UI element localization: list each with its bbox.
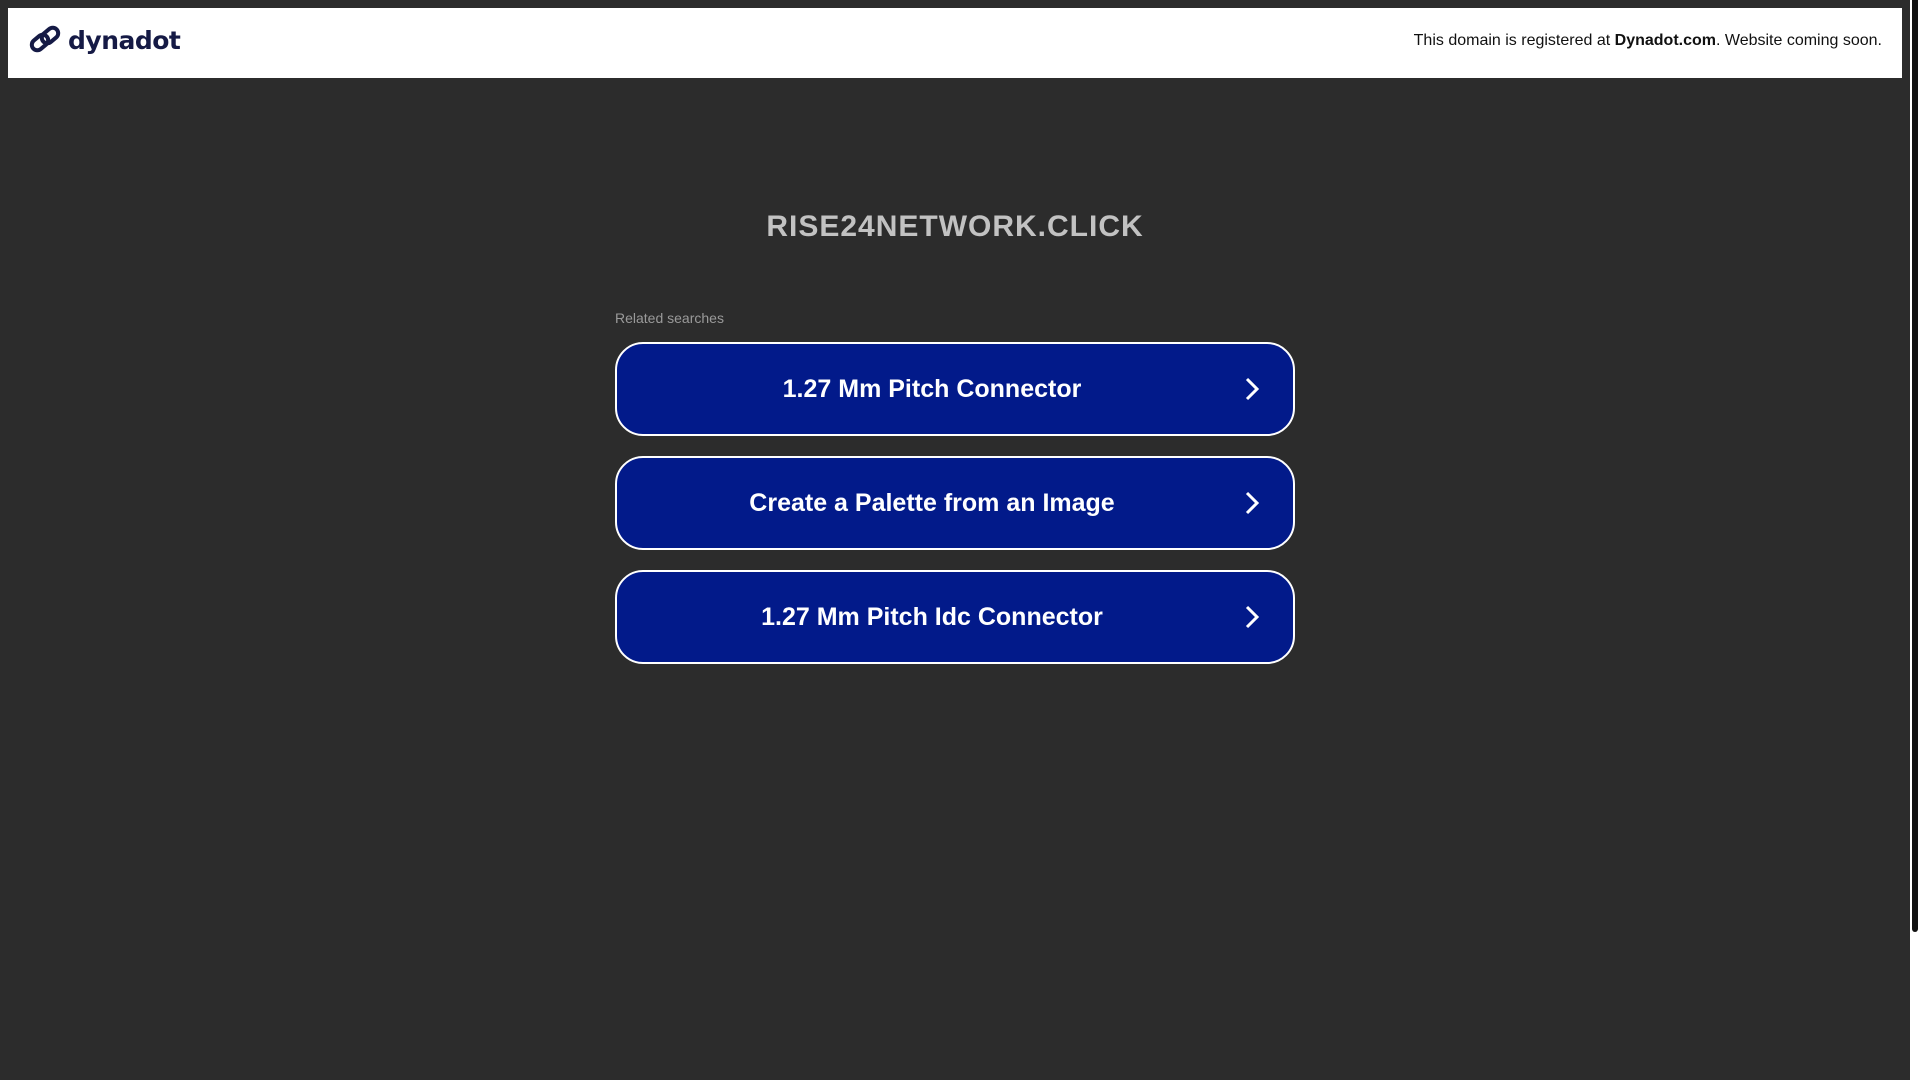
domain-title: RISE24NETWORK.CLICK [766,210,1144,243]
related-searches-label: Related searches [615,310,724,326]
dynadot-logo[interactable]: dynadot [28,24,181,56]
header-bar: dynadot This domain is registered at Dyn… [8,8,1902,78]
logo-text: dynadot [68,25,181,55]
dynadot-link[interactable]: Dynadot.com [1615,32,1716,49]
notice-prefix: This domain is registered at [1413,32,1615,49]
search-link-label: 1.27 Mm Pitch Idc Connector [761,602,1103,631]
page: dynadot This domain is registered at Dyn… [0,0,1910,1080]
search-link-button[interactable]: 1.27 Mm Pitch Idc Connector [615,570,1295,664]
chevron-right-icon [1245,491,1260,515]
vertical-scrollbar[interactable] [1910,0,1920,1080]
chain-link-icon [29,25,61,53]
registration-notice: This domain is registered at Dynadot.com… [1414,32,1882,50]
chevron-right-icon [1245,605,1260,629]
search-link-label: Create a Palette from an Image [749,488,1115,517]
notice-suffix: . Website coming soon. [1715,32,1882,49]
search-link-label: 1.27 Mm Pitch Connector [782,374,1082,403]
chevron-right-icon [1245,377,1260,401]
scrollbar-thumb[interactable] [1912,0,1918,932]
search-link-button[interactable]: Create a Palette from an Image [615,456,1295,550]
search-link-button[interactable]: 1.27 Mm Pitch Connector [615,342,1295,436]
